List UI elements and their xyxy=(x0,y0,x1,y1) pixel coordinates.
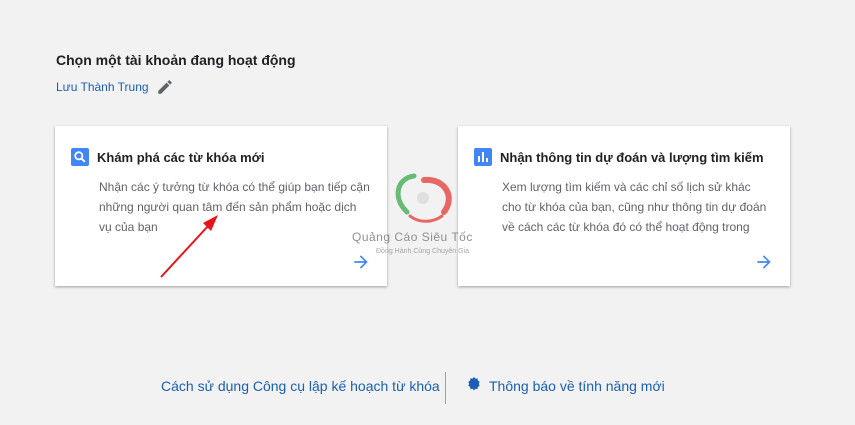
new-badge-icon xyxy=(467,377,481,394)
new-features-label[interactable]: Thông báo về tính năng mới xyxy=(489,378,665,394)
search-icon xyxy=(71,148,89,166)
account-selector[interactable]: Lưu Thành Trung xyxy=(56,77,175,97)
forecast-volume-card[interactable]: Nhận thông tin dự đoán và lượng tìm kiếm… xyxy=(458,126,790,286)
account-name[interactable]: Lưu Thành Trung xyxy=(56,80,149,94)
bar-chart-icon xyxy=(474,148,492,166)
arrow-right-icon[interactable] xyxy=(351,252,371,272)
new-features-link[interactable]: Thông báo về tính năng mới xyxy=(467,377,665,394)
footer: Cách sử dụng Công cụ lập kế hoạch từ khó… xyxy=(0,372,855,404)
card-title: Khám phá các từ khóa mới xyxy=(97,149,265,165)
footer-divider xyxy=(445,372,446,404)
watermark-tagline: Đồng Hành Cùng Chuyên Gia xyxy=(376,248,470,255)
page-title: Chọn một tài khoản đang hoạt động xyxy=(56,52,296,68)
card-description: Nhận các ý tưởng từ khóa có thể giúp bạn… xyxy=(99,180,370,234)
edit-pencil-icon[interactable] xyxy=(155,77,175,97)
card-description: Xem lượng tìm kiếm và các chỉ số lịch sử… xyxy=(502,180,767,234)
how-to-use-link[interactable]: Cách sử dụng Công cụ lập kế hoạch từ khó… xyxy=(161,378,440,394)
discover-keywords-card[interactable]: Khám phá các từ khóa mới Nhận các ý tưởn… xyxy=(55,126,387,286)
arrow-right-icon[interactable] xyxy=(754,252,774,272)
card-title: Nhận thông tin dự đoán và lượng tìm kiếm xyxy=(500,149,764,165)
